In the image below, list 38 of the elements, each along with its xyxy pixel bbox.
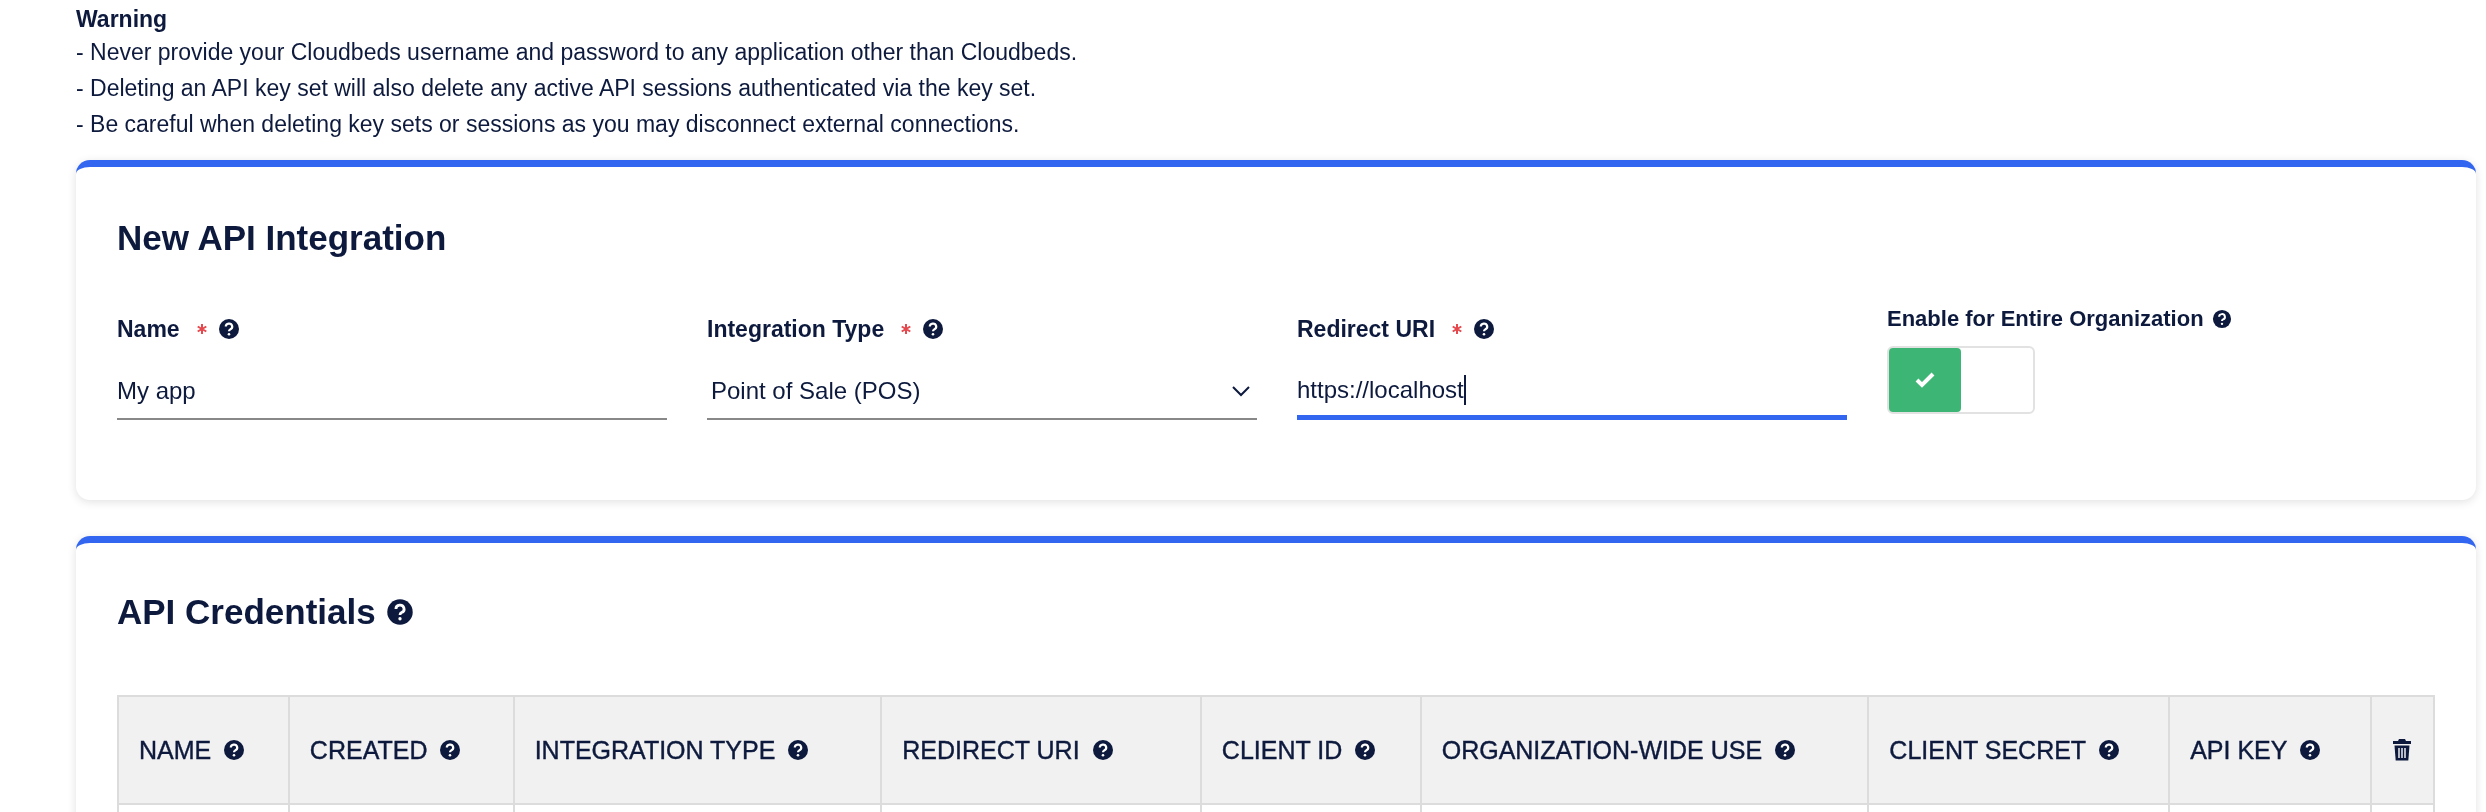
help-icon[interactable]	[1473, 318, 1496, 340]
card-title: API Credentials	[117, 591, 376, 633]
help-icon[interactable]	[1774, 739, 1797, 761]
column-header: NAME	[118, 696, 289, 804]
help-icon[interactable]	[385, 598, 414, 626]
help-icon[interactable]	[217, 318, 240, 340]
column-header: CREATED	[288, 696, 514, 804]
warning-text: - Deleting an API key set will also delete any active API sessions authenticated via the key set.	[76, 74, 1038, 103]
warning-text: - Be careful when deleting key sets or sessions as you may disconnect external connections.	[76, 110, 1021, 139]
card-title: New API Integration	[117, 217, 448, 259]
input-field[interactable]: https://localhost	[1297, 364, 1847, 420]
field-label: Integration Type	[707, 315, 885, 343]
check-icon	[1914, 371, 1936, 389]
help-icon[interactable]	[1354, 739, 1377, 761]
help-icon[interactable]	[2299, 739, 2322, 761]
column-header: CLIENT ID	[1200, 696, 1421, 804]
toggle-switch[interactable]	[1887, 346, 2035, 414]
integration-type-dropdown[interactable]: Point of Sale (POS)	[707, 364, 1257, 420]
column-header: INTEGRATION TYPE	[513, 696, 882, 804]
warning-text: - Never provide your Cloudbeds username and password to any application other than Cloudbeds.	[76, 38, 1079, 67]
trash-icon[interactable]	[2392, 738, 2413, 762]
column-header: API KEY	[2169, 696, 2371, 804]
help-icon[interactable]	[787, 739, 810, 761]
help-icon[interactable]	[439, 739, 462, 761]
help-icon[interactable]	[922, 318, 945, 340]
column-header: REDIRECT URI	[881, 696, 1201, 804]
help-icon[interactable]	[2211, 309, 2232, 329]
column-header: CLIENT SECRET	[1868, 696, 2170, 804]
column-header: ORGANIZATION-WIDE USE	[1420, 696, 1869, 804]
help-icon[interactable]	[1091, 739, 1114, 761]
warning-title: Warning	[76, 5, 169, 34]
help-icon[interactable]	[223, 739, 246, 761]
chevron-down-icon	[1231, 385, 1251, 397]
field-label: Redirect URI	[1297, 315, 1436, 343]
field-label: Name	[117, 315, 180, 343]
help-icon[interactable]	[2098, 739, 2121, 761]
toggle-label: Enable for Entire Organization	[1887, 306, 2204, 332]
input-field[interactable]: My app	[117, 364, 667, 420]
